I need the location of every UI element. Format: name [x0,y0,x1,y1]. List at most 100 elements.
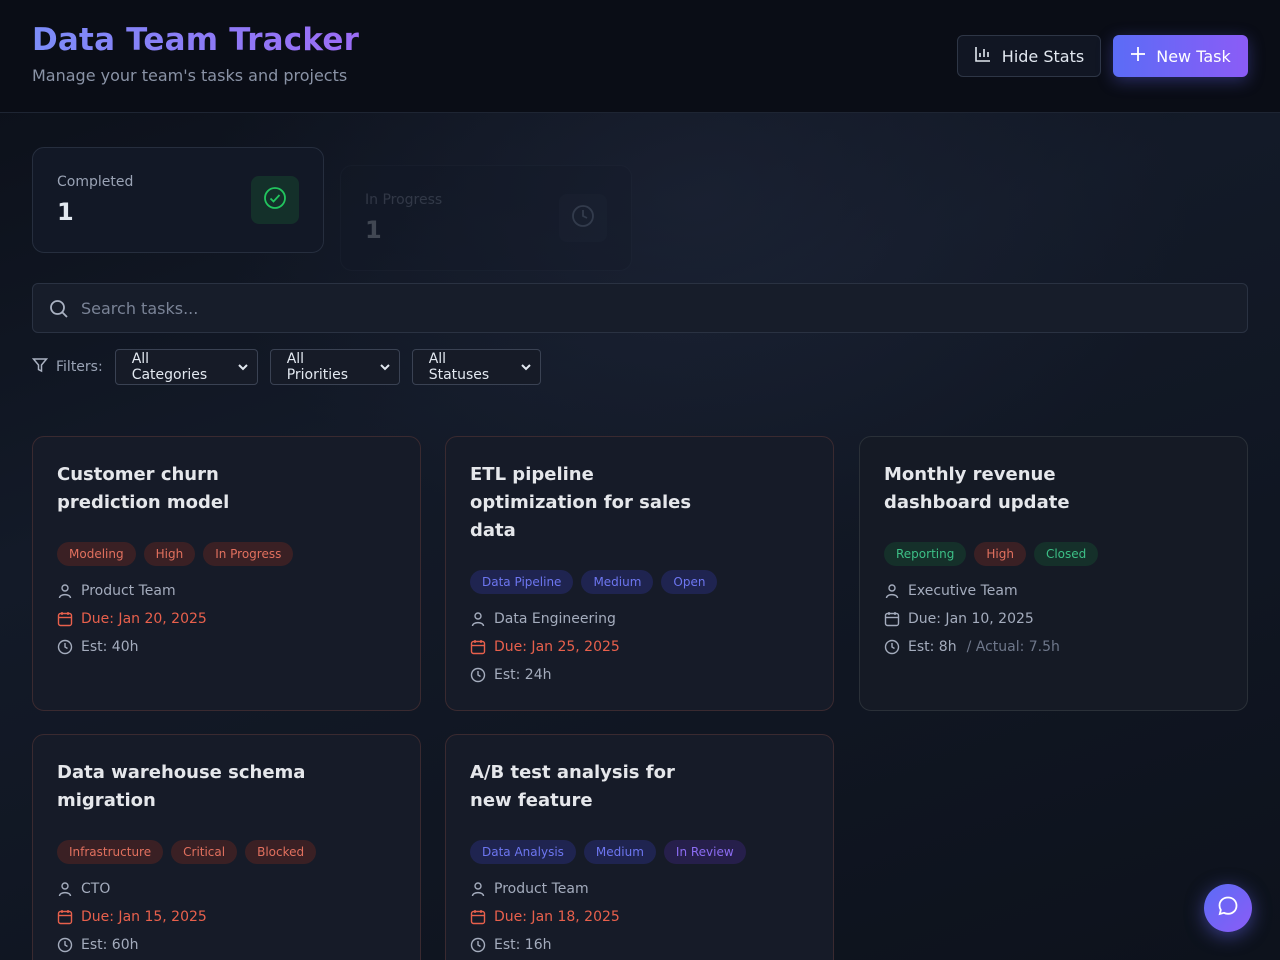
clock-icon [57,937,73,953]
check-circle-icon [263,186,287,214]
user-icon [470,611,486,627]
priority-tag: Medium [581,570,654,594]
calendar-icon [470,639,486,655]
status-filter-value: All Statuses [428,351,490,383]
task-estimate-text: Est: 60h [81,937,139,953]
task-owner: Executive Team [884,583,1018,599]
task-due-text: Due: Jan 10, 2025 [908,611,1034,627]
stat-card-in-progress: In Progress 1 [340,165,632,271]
task-owner-text: CTO [81,881,111,897]
task-due-text: Due: Jan 20, 2025 [81,611,207,627]
filters-label-group: Filters: [31,357,103,377]
task-tags: Modeling High In Progress [57,542,294,566]
task-title: Data warehouse schema migration [57,762,306,811]
hide-stats-label: Hide Stats [1001,46,1085,66]
search-input[interactable] [81,284,1231,332]
task-due-text: Due: Jan 15, 2025 [81,909,207,925]
stat-label: Completed [57,174,134,190]
plus-icon [1130,46,1146,66]
category-tag: Infrastructure [57,840,164,864]
chat-bubble-icon [1217,895,1239,921]
task-owner: Product Team [470,881,589,897]
app-header: Data Team Tracker Manage your team's tas… [0,0,1280,113]
task-estimate-text: Est: 24h [494,667,552,683]
task-card[interactable]: Monthly revenue dashboard update Reporti… [859,436,1248,711]
task-due: Due: Jan 10, 2025 [884,611,1034,627]
task-due-text: Due: Jan 25, 2025 [494,639,620,655]
status-tag: Blocked [245,840,317,864]
user-icon [884,583,900,599]
task-estimate: Est: 40h [57,639,138,655]
task-tags: Data Pipeline Medium Open [470,570,718,594]
priority-tag: Medium [583,840,656,864]
clock-icon [470,667,486,683]
task-owner-text: Product Team [81,583,176,599]
task-title: Monthly revenue dashboard update [884,464,1070,513]
category-tag: Reporting [884,542,967,566]
task-card[interactable]: ETL pipeline optimization for sales data… [445,436,834,711]
category-filter-select[interactable]: All Categories [114,349,258,385]
task-actual-text: / Actual: 7.5h [966,639,1060,655]
user-icon [57,881,73,897]
task-owner-text: Data Engineering [494,611,616,627]
priority-tag: Critical [171,840,238,864]
task-tags: Reporting High Closed [884,542,1099,566]
chevron-down-icon [237,361,249,377]
task-owner-text: Product Team [494,881,589,897]
user-icon [470,881,486,897]
chat-button[interactable] [1204,884,1252,932]
task-tags: Data Analysis Medium In Review [470,840,746,864]
task-owner: CTO [57,881,110,897]
task-title: ETL pipeline optimization for sales data [470,464,692,541]
task-estimate: Est: 24h [470,667,551,683]
status-tag: Closed [1033,542,1099,566]
stat-card-completed: Completed 1 [32,147,324,253]
priority-tag: High [974,542,1026,566]
search-box [32,283,1248,333]
calendar-icon [884,611,900,627]
task-owner: Data Engineering [470,611,616,627]
filter-icon [31,357,49,377]
priority-filter-select[interactable]: All Priorities [269,349,400,385]
clock-icon [571,204,595,232]
category-tag: Data Analysis [470,840,576,864]
task-card[interactable]: Data warehouse schema migration Infrastr… [32,734,421,960]
hide-stats-button[interactable]: Hide Stats [957,35,1101,77]
task-card[interactable]: Customer churn prediction model Modeling… [32,436,421,711]
new-task-label: New Task [1156,46,1231,66]
task-due: Due: Jan 15, 2025 [57,909,207,925]
calendar-icon [57,611,73,627]
filters-label: Filters: [56,359,103,375]
task-card[interactable]: A/B test analysis for new feature Data A… [445,734,834,960]
chevron-down-icon [379,361,391,377]
status-filter-select[interactable]: All Statuses [411,349,541,385]
task-due: Due: Jan 25, 2025 [470,639,620,655]
task-owner-text: Executive Team [908,583,1018,599]
status-tag: Open [661,570,718,594]
task-estimate: Est: 60h [57,937,138,953]
category-tag: Modeling [57,542,136,566]
task-estimate-text: Est: 40h [81,639,139,655]
stat-label: In Progress [365,192,443,208]
priority-filter-value: All Priorities [286,351,349,383]
task-tags: Infrastructure Critical Blocked [57,840,317,864]
clock-icon [884,639,900,655]
task-title: Customer churn prediction model [57,464,230,513]
stat-icon-box [251,176,299,224]
new-task-button[interactable]: New Task [1113,35,1248,77]
clock-icon [57,639,73,655]
task-estimate-text: Est: 8h [908,639,957,655]
chevron-down-icon [520,361,532,377]
task-due-text: Due: Jan 18, 2025 [494,909,620,925]
task-due: Due: Jan 20, 2025 [57,611,207,627]
stat-value: 1 [365,216,382,244]
search-icon [49,299,69,323]
bar-chart-icon [974,45,992,67]
category-filter-value: All Categories [131,351,208,383]
stat-value: 1 [57,198,74,226]
app-subtitle: Manage your team's tasks and projects [32,66,348,85]
app-title: Data Team Tracker [32,22,360,58]
task-estimate: Est: 8h / Actual: 7.5h [884,639,1060,655]
category-tag: Data Pipeline [470,570,574,594]
task-title: A/B test analysis for new feature [470,762,675,811]
